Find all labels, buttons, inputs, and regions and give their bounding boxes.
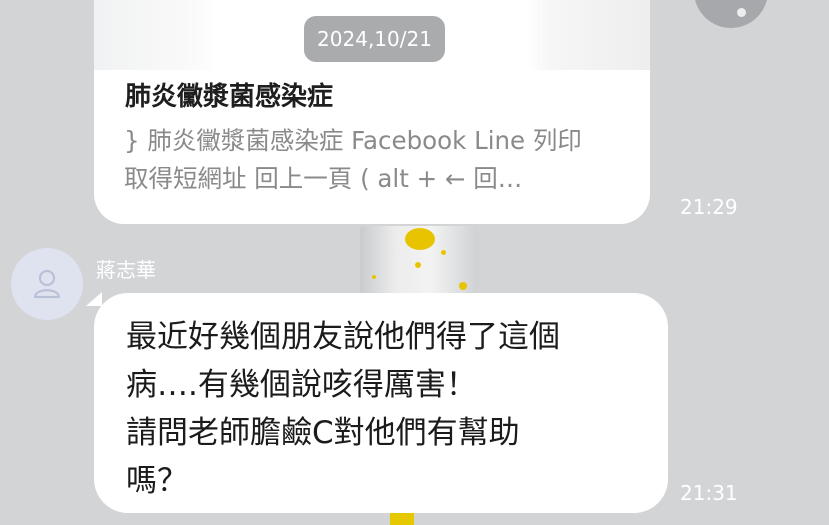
top-avatar[interactable] — [694, 0, 768, 28]
date-separator: 2024,10/21 — [304, 16, 445, 62]
background-photo-dot — [441, 250, 446, 255]
link-preview-description: } 肺炎黴漿菌感染症 Facebook Line 列印 取得短網址 回上一頁 (… — [124, 126, 582, 193]
user-icon — [33, 269, 61, 299]
chat-area: 肺炎黴漿菌感染症 } 肺炎黴漿菌感染症 Facebook Line 列印 取得短… — [0, 0, 829, 525]
background-photo-dot — [405, 228, 435, 250]
message-line: 最近好幾個朋友說他們得了這個 — [126, 319, 560, 355]
message-bubble[interactable]: 最近好幾個朋友說他們得了這個 病….有幾個說咳得厲害！ 請問老師膽鹼C對他們有幫… — [94, 293, 668, 513]
message-time: 21:31 — [680, 481, 738, 505]
avatar-mark-icon — [737, 8, 746, 17]
message-line: 請問老師膽鹼C對他們有幫助 — [126, 415, 520, 451]
message-text: 最近好幾個朋友說他們得了這個 病….有幾個說咳得厲害！ 請問老師膽鹼C對他們有幫… — [126, 313, 656, 505]
bubble-tail — [86, 292, 102, 306]
message-line: 病….有幾個說咳得厲害！ — [126, 367, 477, 403]
background-photo-dot — [459, 282, 467, 290]
sender-name: 蔣志華 — [96, 258, 156, 282]
message-time: 21:29 — [680, 195, 738, 219]
sender-avatar[interactable] — [11, 248, 83, 320]
background-photo-dot — [372, 275, 376, 279]
message-line: 嗎？ — [126, 463, 188, 499]
background-photo-bottom — [390, 512, 414, 525]
link-preview-title: 肺炎黴漿菌感染症 — [125, 82, 334, 112]
background-photo-dot — [415, 262, 421, 268]
